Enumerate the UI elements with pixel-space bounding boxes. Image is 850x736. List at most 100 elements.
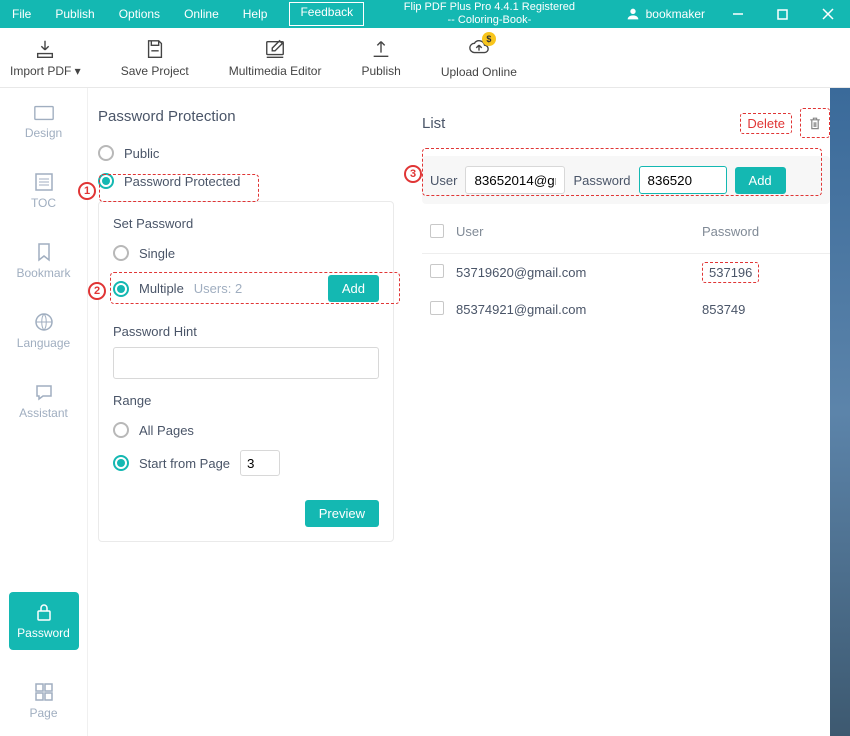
start-from-label: Start from Page	[139, 456, 230, 471]
add-user-button[interactable]: Add	[735, 167, 786, 194]
import-label: Import PDF ▾	[10, 64, 81, 78]
radio-multiple[interactable]: Multiple Users: 2 Add	[113, 267, 379, 310]
table-row: 85374921@gmail.com 853749	[422, 291, 830, 328]
maximize-button[interactable]	[760, 0, 805, 28]
save-project-button[interactable]: Save Project	[121, 38, 189, 78]
radio-icon	[113, 422, 129, 438]
bookmark-icon	[35, 242, 53, 262]
password-input[interactable]	[639, 166, 727, 194]
import-pdf-button[interactable]: Import PDF ▾	[10, 38, 81, 78]
design-icon	[33, 104, 55, 122]
menu-online[interactable]: Online	[172, 2, 231, 26]
radio-icon	[113, 245, 129, 261]
row-checkbox[interactable]	[430, 301, 444, 315]
th-password: Password	[702, 224, 822, 241]
annotation-2-badge: 2	[88, 282, 106, 300]
sidebar-design[interactable]: Design	[9, 104, 79, 140]
single-label: Single	[139, 246, 175, 261]
radio-all-pages[interactable]: All Pages	[113, 416, 379, 444]
minimize-button[interactable]	[715, 0, 760, 28]
user-badge[interactable]: bookmaker	[615, 6, 715, 22]
user-input[interactable]	[465, 166, 565, 194]
multiple-label: Multiple	[139, 281, 184, 296]
app-title: Flip PDF Plus Pro 4.4.1 Registered -- Co…	[364, 1, 614, 27]
toc-icon	[34, 172, 54, 192]
publish-button[interactable]: Publish	[361, 38, 400, 78]
row-checkbox[interactable]	[430, 264, 444, 278]
menu-publish[interactable]: Publish	[43, 2, 106, 26]
all-pages-label: All Pages	[139, 423, 194, 438]
public-label: Public	[124, 146, 159, 161]
trash-icon	[807, 115, 823, 131]
radio-icon	[98, 145, 114, 161]
preview-strip	[830, 88, 850, 736]
preview-button[interactable]: Preview	[305, 500, 379, 527]
radio-checked-icon	[113, 281, 129, 297]
upload-online-button[interactable]: $ Upload Online	[441, 36, 517, 79]
save-icon	[144, 38, 166, 60]
sidebar-assistant[interactable]: Assistant	[9, 382, 79, 420]
th-user: User	[456, 224, 702, 241]
sidebar-bookmark-label: Bookmark	[16, 266, 70, 280]
sidebar-bookmark[interactable]: Bookmark	[9, 242, 79, 280]
radio-single[interactable]: Single	[113, 239, 379, 267]
sidebar-toc-label: TOC	[31, 196, 56, 210]
radio-checked-icon	[98, 173, 114, 189]
sidebar-language[interactable]: Language	[9, 312, 79, 350]
user-label: User	[430, 173, 457, 188]
row-user: 85374921@gmail.com	[456, 302, 702, 317]
publish-label: Publish	[361, 64, 400, 78]
sidebar-page-label: Page	[29, 706, 57, 720]
chat-icon	[34, 382, 54, 402]
password-hint-label: Password Hint	[113, 324, 379, 339]
title-line2: -- Coloring-Book-	[448, 14, 532, 26]
sidebar-toc[interactable]: TOC	[9, 172, 79, 210]
delete-button[interactable]: Delete	[740, 113, 792, 134]
multimedia-icon	[264, 38, 286, 60]
menu-options[interactable]: Options	[107, 2, 172, 26]
start-page-input[interactable]	[240, 450, 280, 476]
trash-button[interactable]	[800, 108, 830, 138]
users-count: Users: 2	[194, 281, 242, 296]
radio-public[interactable]: Public	[98, 139, 394, 167]
save-label: Save Project	[121, 64, 189, 78]
import-icon	[34, 38, 56, 60]
sidebar-assistant-label: Assistant	[19, 406, 68, 420]
annotation-1-badge: 1	[78, 182, 96, 200]
row-password: 537196	[702, 262, 759, 283]
title-line1: Flip PDF Plus Pro 4.4.1 Registered	[404, 1, 575, 13]
list-heading: List	[422, 115, 445, 132]
grid-icon	[34, 682, 54, 702]
sidebar-password[interactable]: Password	[9, 592, 79, 650]
feedback-button[interactable]: Feedback	[289, 2, 364, 26]
password-label: Password	[573, 173, 630, 188]
annotation-3-badge: 3	[404, 165, 422, 183]
set-password-label: Set Password	[113, 216, 379, 231]
menu-help[interactable]: Help	[231, 2, 280, 26]
add-multiple-button[interactable]: Add	[328, 275, 379, 302]
range-label: Range	[113, 393, 379, 408]
dollar-badge-icon: $	[482, 32, 496, 46]
user-icon	[625, 6, 641, 22]
sidebar-language-label: Language	[17, 336, 70, 350]
close-button[interactable]	[805, 0, 850, 28]
radio-start-from-page[interactable]: Start from Page	[113, 444, 379, 482]
lock-icon	[35, 602, 53, 622]
sidebar-password-label: Password	[17, 626, 70, 640]
publish-icon	[370, 38, 392, 60]
password-hint-input[interactable]	[113, 347, 379, 379]
select-all-checkbox[interactable]	[430, 224, 444, 238]
sidebar-design-label: Design	[25, 126, 62, 140]
row-password: 853749	[702, 302, 822, 317]
table-header: User Password	[422, 212, 830, 254]
radio-password-protected[interactable]: Password Protected	[98, 167, 394, 195]
panel-heading: Password Protection	[98, 108, 394, 125]
upload-label: Upload Online	[441, 65, 517, 79]
multimedia-editor-button[interactable]: Multimedia Editor	[229, 38, 322, 78]
row-user: 53719620@gmail.com	[456, 265, 702, 280]
sidebar-page[interactable]: Page	[9, 682, 79, 720]
menu-file[interactable]: File	[0, 2, 43, 26]
table-row: 53719620@gmail.com 537196	[422, 254, 830, 291]
protected-label: Password Protected	[124, 174, 240, 189]
multimedia-label: Multimedia Editor	[229, 64, 322, 78]
